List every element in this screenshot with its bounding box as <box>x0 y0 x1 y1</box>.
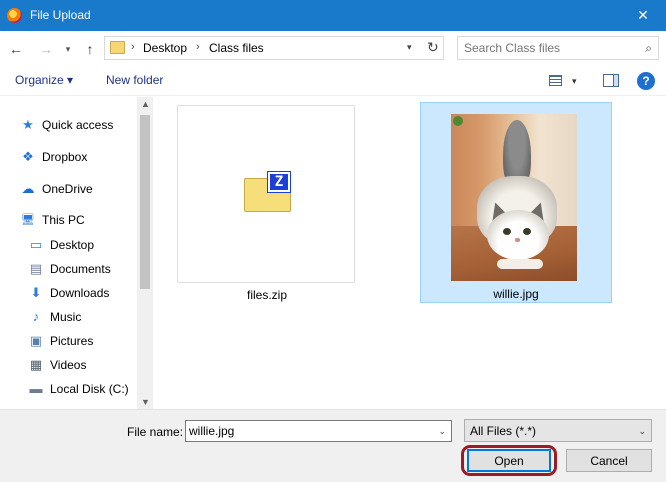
file-type-chevron-icon[interactable]: ⌄ <box>638 426 646 437</box>
breadcrumb-separator-icon[interactable]: › <box>196 41 200 53</box>
file-name-input[interactable] <box>186 421 426 441</box>
help-icon[interactable]: ? <box>637 72 655 90</box>
file-name-combobox[interactable]: ⌄ <box>185 420 452 442</box>
breadcrumb-desktop[interactable]: Desktop <box>143 41 187 55</box>
sidebar-item-label: OneDrive <box>42 182 93 196</box>
window-title: File Upload <box>30 8 91 22</box>
organize-menu-button[interactable]: Organize ▾ <box>15 73 73 87</box>
download-icon: ⬇ <box>30 285 42 300</box>
file-type-value: All Files (*.*) <box>470 424 537 438</box>
sidebar-item-label: Downloads <box>50 286 110 300</box>
video-icon: ▦ <box>29 357 43 372</box>
cat-head <box>487 210 549 260</box>
sidebar-item-this-pc[interactable]: 🖥 This PC <box>20 209 156 231</box>
cat-eye <box>503 228 511 235</box>
toy-ball <box>453 116 463 126</box>
breadcrumb-separator-icon[interactable]: › <box>131 41 135 53</box>
title-bar: File Upload ✕ <box>0 0 666 31</box>
sidebar-item-label: Local Disk (C:) <box>50 382 129 396</box>
up-arrow-icon[interactable]: ↑ <box>80 40 100 58</box>
file-item-willie-jpg[interactable]: willie.jpg <box>420 102 612 303</box>
preview-pane-icon[interactable] <box>603 74 619 87</box>
address-history-chevron-icon[interactable]: ▾ <box>407 42 412 53</box>
scroll-up-arrow-icon[interactable]: ▲ <box>141 99 150 109</box>
image-thumbnail <box>451 114 577 281</box>
navigation-bar: ← → ▾ ↑ › Desktop › Class files ▾ ↻ ⌕ <box>0 31 666 67</box>
search-box[interactable]: ⌕ <box>457 36 659 60</box>
zip-badge-icon: Z <box>267 171 291 193</box>
new-folder-button[interactable]: New folder <box>106 73 163 87</box>
sidebar-item-label: This PC <box>42 213 85 227</box>
desktop-icon: ▭ <box>29 237 43 252</box>
sidebar-item-quick-access[interactable]: ★ Quick access <box>20 114 156 136</box>
computer-icon: 🖥 <box>21 214 35 226</box>
sidebar-item-label: Videos <box>50 358 87 372</box>
dialog-footer: File name: ⌄ All Files (*.*) ⌄ Open Canc… <box>0 409 666 482</box>
sidebar-item-label: Quick access <box>42 118 114 132</box>
forward-arrow-icon[interactable]: → <box>36 40 56 58</box>
search-input[interactable] <box>458 37 634 59</box>
file-name-dropdown-chevron-icon[interactable]: ⌄ <box>438 426 446 437</box>
close-button[interactable]: ✕ <box>620 0 666 31</box>
star-icon: ★ <box>22 117 34 132</box>
sidebar-item-label: Dropbox <box>42 150 88 164</box>
file-name-field-label: File name: <box>127 425 184 439</box>
open-button[interactable]: Open <box>467 449 551 472</box>
breadcrumb-class-files[interactable]: Class files <box>209 41 264 55</box>
zip-folder-icon: Z <box>244 171 291 212</box>
dropbox-icon: ❖ <box>22 149 34 164</box>
file-thumbnail: Z <box>177 105 355 283</box>
scrollbar-thumb[interactable] <box>140 115 150 289</box>
sidebar-item-label: Desktop <box>50 238 95 252</box>
sidebar-item-label: Music <box>50 310 82 324</box>
documents-icon: ▤ <box>29 261 43 276</box>
change-view-icon[interactable] <box>549 75 562 86</box>
sidebar-item-dropbox[interactable]: ❖ Dropbox <box>20 146 156 168</box>
recent-locations-chevron-icon[interactable]: ▾ <box>62 40 74 58</box>
music-icon: ♪ <box>32 309 40 324</box>
file-list: Z files.zip willie.jpg <box>153 97 666 409</box>
cancel-button[interactable]: Cancel <box>566 449 652 472</box>
folder-icon <box>110 41 125 54</box>
command-toolbar: Organize ▾ New folder ▾ ? <box>0 67 666 96</box>
sidebar-item-label: Pictures <box>50 334 94 348</box>
cat-eye <box>523 228 531 235</box>
back-arrow-icon[interactable]: ← <box>6 40 26 58</box>
disk-icon: ▬ <box>29 381 43 396</box>
file-name-label: willie.jpg <box>493 287 539 301</box>
cloud-icon: ☁ <box>21 181 35 196</box>
file-name-label: files.zip <box>246 288 287 302</box>
file-type-select[interactable]: All Files (*.*) ⌄ <box>464 419 652 442</box>
pictures-icon: ▣ <box>29 333 43 348</box>
cat-nose <box>515 238 520 242</box>
refresh-icon[interactable]: ↻ <box>427 39 439 56</box>
sidebar-item-label: Documents <box>50 262 111 276</box>
address-bar[interactable]: › Desktop › Class files ▾ ↻ <box>104 36 444 60</box>
search-icon[interactable]: ⌕ <box>645 41 652 56</box>
sidebar-scrollbar[interactable]: ▲ ▼ <box>137 97 153 409</box>
cat-paws <box>497 259 543 269</box>
sidebar-item-onedrive[interactable]: ☁ OneDrive <box>20 178 156 200</box>
scroll-down-arrow-icon[interactable]: ▼ <box>141 397 150 407</box>
view-options-chevron-icon[interactable]: ▾ <box>572 76 577 87</box>
firefox-icon <box>7 8 22 23</box>
navigation-pane: ★ Quick access ❖ Dropbox ☁ OneDrive 🖥 Th… <box>0 97 153 409</box>
file-item-files-zip[interactable]: Z files.zip <box>177 105 357 303</box>
